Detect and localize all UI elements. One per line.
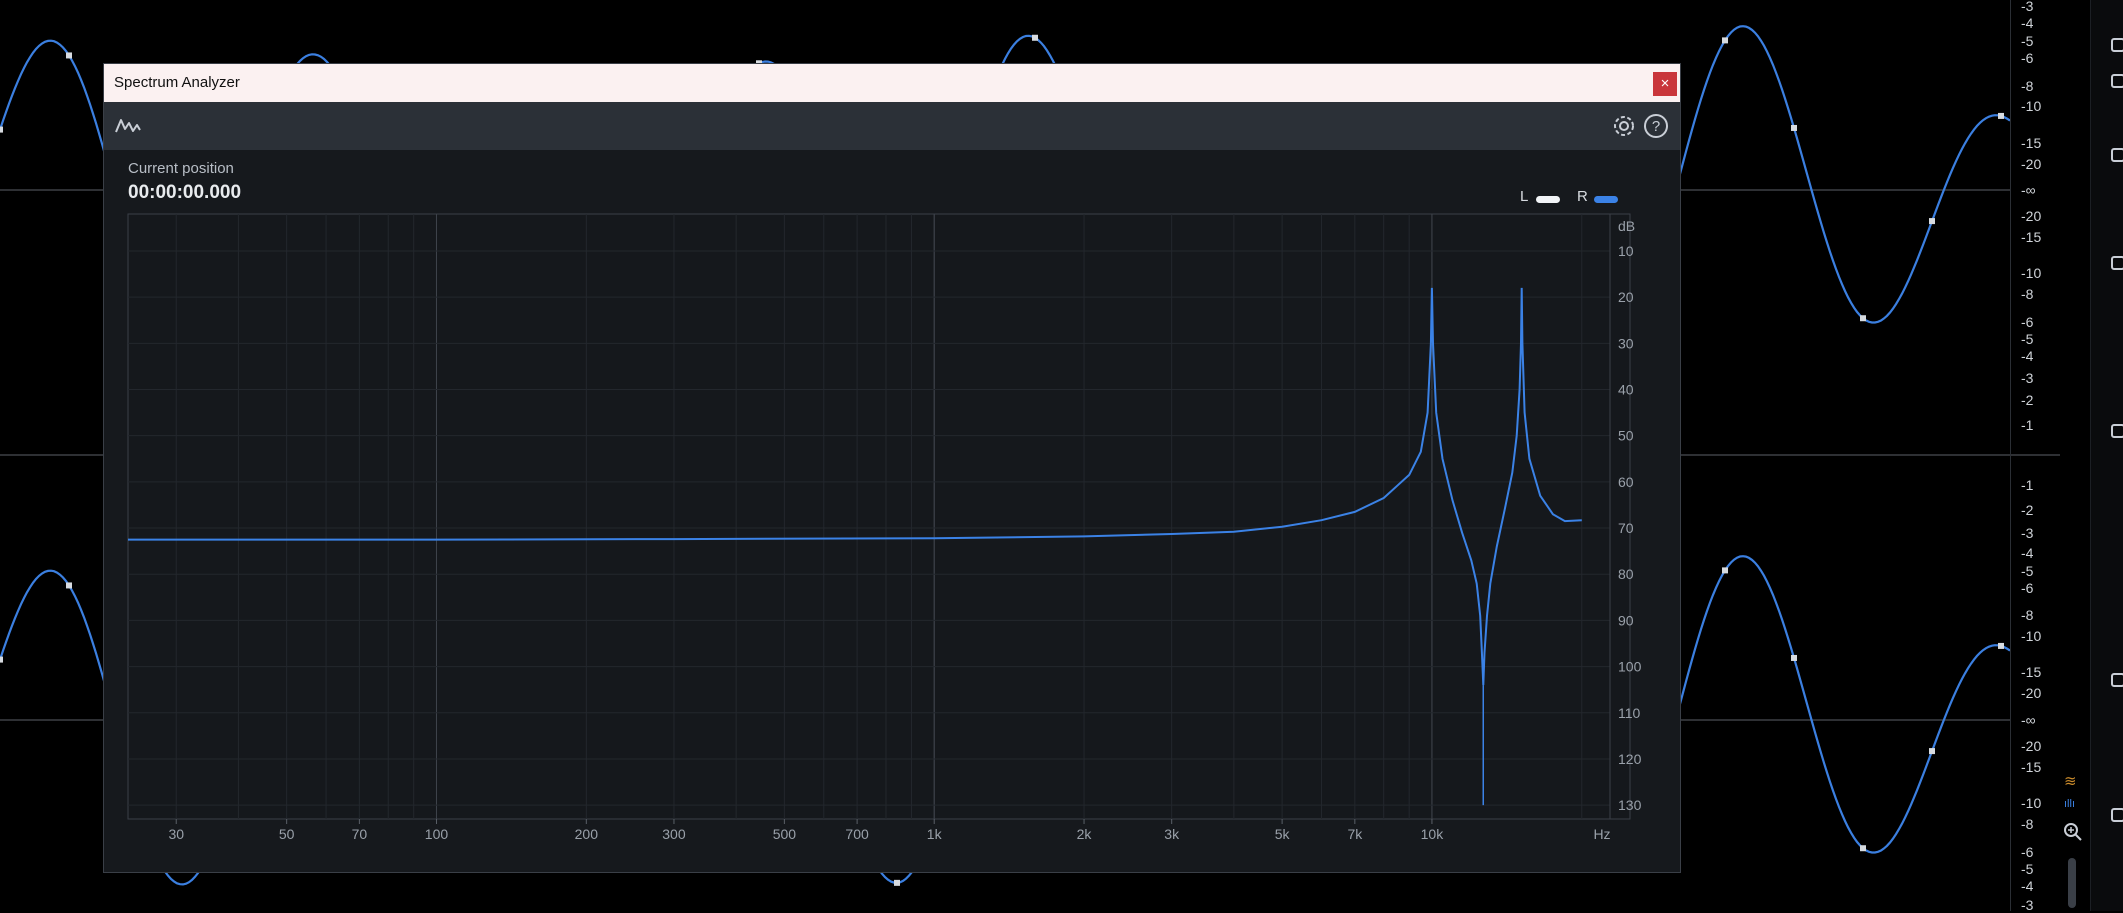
x-tick-label: 3k — [1164, 826, 1180, 842]
y-tick-label: 80 — [1618, 566, 1634, 582]
db-ruler-label: -20 — [2021, 156, 2042, 172]
spectrum-analyzer-window: Spectrum Analyzer × ? Current position 0… — [103, 63, 1681, 873]
sample-point[interactable] — [1722, 37, 1728, 44]
db-ruler-label: -15 — [2021, 135, 2042, 151]
db-ruler-label: -5 — [2021, 33, 2034, 49]
y-tick-label: 90 — [1618, 612, 1634, 628]
db-ruler-label: -6 — [2021, 580, 2034, 596]
y-tick-label: 120 — [1618, 751, 1642, 767]
y-tick-label: 40 — [1618, 381, 1634, 397]
db-ruler-label: -4 — [2021, 878, 2034, 894]
db-ruler-label: -8 — [2021, 607, 2034, 623]
sample-point[interactable] — [0, 126, 3, 133]
db-ruler-label: -2 — [2021, 392, 2034, 408]
zoom-in-icon[interactable] — [2063, 822, 2083, 842]
y-tick-label: 30 — [1618, 335, 1634, 351]
bars-mini-icon[interactable]: ıllı — [2064, 798, 2075, 810]
y-tick-label: 110 — [1618, 705, 1641, 721]
x-tick-label: 5k — [1275, 826, 1291, 842]
db-ruler-label: -∞ — [2021, 712, 2036, 728]
db-ruler-label: -3 — [2021, 370, 2034, 386]
sample-point[interactable] — [1929, 218, 1935, 225]
x-tick-label: 500 — [773, 826, 797, 842]
x-tick-label: 50 — [279, 826, 295, 842]
db-ruler-label: -5 — [2021, 563, 2034, 579]
db-ruler-label: -10 — [2021, 628, 2042, 644]
zoom-slider[interactable] — [2068, 858, 2076, 908]
x-tick-label: 70 — [352, 826, 368, 842]
tool-icon[interactable] — [2111, 424, 2123, 438]
tool-icon[interactable] — [2111, 673, 2123, 687]
spectrum-plot[interactable]: 30 50 70 100 200 300 500 700 1k 2k 3k 5k 7k 10k Hz 10 2… — [104, 64, 1682, 874]
sample-point[interactable] — [1860, 845, 1866, 852]
db-ruler-label: -20 — [2021, 738, 2042, 754]
tool-icon[interactable] — [2111, 256, 2123, 270]
db-ruler-label: -8 — [2021, 78, 2034, 94]
db-ruler-label: -8 — [2021, 816, 2034, 832]
db-ruler-label: -20 — [2021, 685, 2042, 701]
y-tick-label: 60 — [1618, 474, 1634, 490]
y-axis-unit: dB — [1618, 218, 1635, 234]
db-ruler-label: -10 — [2021, 265, 2042, 281]
sample-point[interactable] — [1791, 654, 1797, 661]
tool-icon[interactable] — [2111, 148, 2123, 162]
tool-icon[interactable] — [2111, 74, 2123, 88]
x-tick-label: 10k — [1421, 826, 1445, 842]
sample-point[interactable] — [1791, 124, 1797, 131]
db-ruler-label: -10 — [2021, 98, 2042, 114]
y-tick-label: 70 — [1618, 520, 1634, 536]
db-ruler-label: -20 — [2021, 208, 2042, 224]
x-tick-label: 700 — [845, 826, 869, 842]
y-tick-label: 20 — [1618, 289, 1634, 305]
db-ruler-label: -6 — [2021, 50, 2034, 66]
x-tick-label: 100 — [425, 826, 449, 842]
x-tick-label: 7k — [1347, 826, 1363, 842]
db-ruler-label: -3 — [2021, 525, 2034, 541]
plot-area — [127, 213, 1631, 820]
db-ruler-label: -4 — [2021, 348, 2034, 364]
db-ruler-label: -5 — [2021, 861, 2034, 877]
db-ruler-label: -2 — [2021, 502, 2034, 518]
right-toolbar — [2090, 0, 2123, 911]
sample-point[interactable] — [66, 582, 72, 589]
sample-point[interactable] — [0, 656, 3, 663]
db-ruler-label: -3 — [2021, 0, 2034, 14]
sample-point[interactable] — [1032, 34, 1038, 41]
x-tick-label: 1k — [927, 826, 943, 842]
x-axis-unit: Hz — [1593, 826, 1610, 842]
db-ruler-label: -4 — [2021, 545, 2034, 561]
db-ruler-label: -1 — [2021, 417, 2034, 433]
sample-point[interactable] — [1998, 642, 2004, 649]
tool-icon[interactable] — [2111, 808, 2123, 822]
y-tick-label: 10 — [1618, 243, 1634, 259]
db-ruler-label: -5 — [2021, 331, 2034, 347]
sample-point[interactable] — [1929, 748, 1935, 755]
db-ruler-label: -15 — [2021, 664, 2042, 680]
db-ruler-label: -15 — [2021, 759, 2042, 775]
tool-icon[interactable] — [2111, 38, 2123, 52]
sample-point[interactable] — [1998, 112, 2004, 119]
y-tick-label: 130 — [1618, 797, 1642, 813]
x-tick-label: 2k — [1077, 826, 1093, 842]
sample-point[interactable] — [1722, 567, 1728, 574]
db-ruler-label: -1 — [2021, 477, 2034, 493]
side-mini-controls: ≋ ıllı — [2058, 770, 2086, 911]
db-ruler-label: -∞ — [2021, 182, 2036, 198]
y-tick-label: 50 — [1618, 428, 1634, 444]
db-ruler-label: -6 — [2021, 314, 2034, 330]
x-tick-label: 300 — [662, 826, 686, 842]
db-ruler-label: -8 — [2021, 286, 2034, 302]
db-ruler-label: -4 — [2021, 15, 2034, 31]
sample-point[interactable] — [1860, 315, 1866, 322]
db-ruler-label: -15 — [2021, 229, 2042, 245]
y-tick-label: 100 — [1618, 659, 1642, 675]
x-tick-label: 30 — [168, 826, 184, 842]
db-ruler-label: -10 — [2021, 795, 2042, 811]
x-tick-label: 200 — [575, 826, 599, 842]
db-ruler-label: -6 — [2021, 844, 2034, 860]
spectrum-mini-icon[interactable]: ≋ — [2064, 772, 2077, 790]
sample-point[interactable] — [66, 52, 72, 59]
sample-point[interactable] — [894, 879, 900, 886]
